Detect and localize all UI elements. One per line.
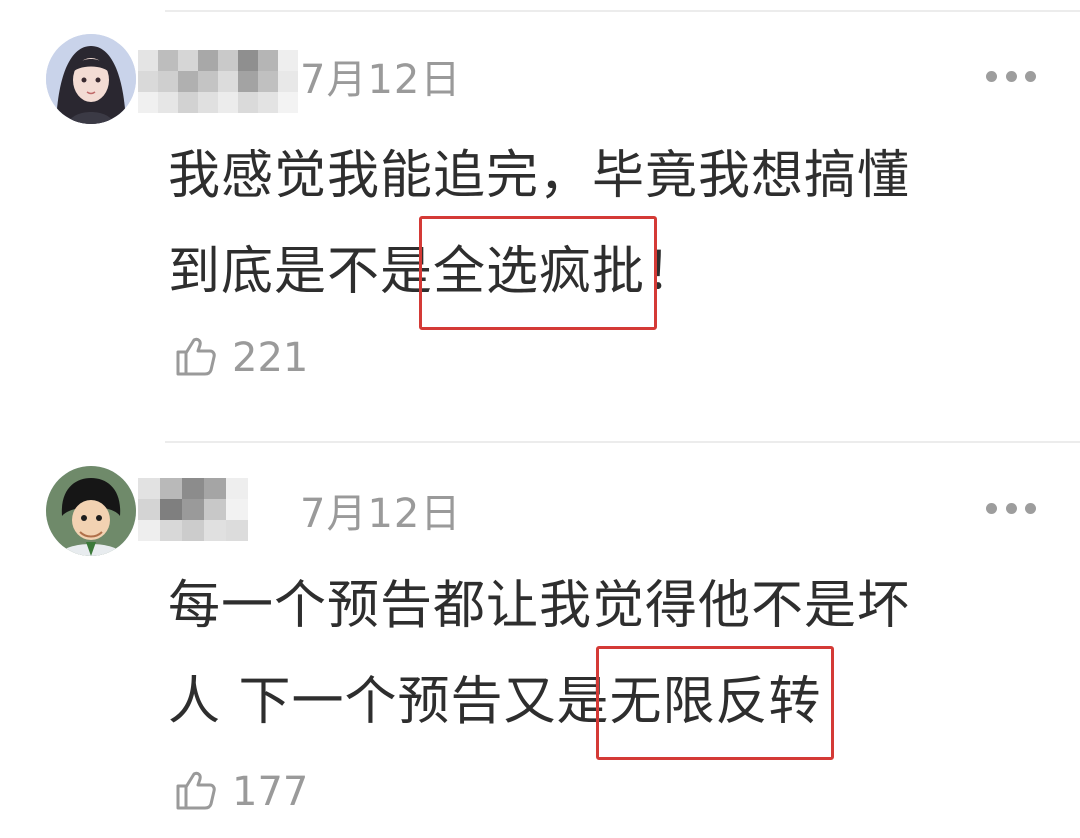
like-button[interactable]: 177 xyxy=(174,768,308,816)
like-count: 177 xyxy=(232,769,309,815)
anime-boy-avatar-icon[interactable] xyxy=(46,466,136,556)
comment-item: 7月12日 每一个预告都让我觉得他不是坏 人 下一个预告又是无限反转 177 xyxy=(0,0,1080,838)
comment-text-line-1: 每一个预告都让我觉得他不是坏 xyxy=(168,576,911,636)
comment-date: 7月12日 xyxy=(300,491,462,537)
more-dots-icon[interactable] xyxy=(986,496,1036,520)
comment-text: 每一个预告都让我觉得他不是坏 人 下一个预告又是无限反转 xyxy=(168,558,1008,750)
comment-text-line-2: 人 下一个预告又是无限反转 xyxy=(168,654,1008,750)
thumbs-up-icon xyxy=(174,768,218,816)
comment-text-segment: 人 下一个预告又是 xyxy=(168,672,610,732)
blurred-name-mosaic xyxy=(138,478,248,541)
highlighted-phrase: 无限反转 xyxy=(609,672,822,732)
username-blurred[interactable] xyxy=(138,478,248,541)
